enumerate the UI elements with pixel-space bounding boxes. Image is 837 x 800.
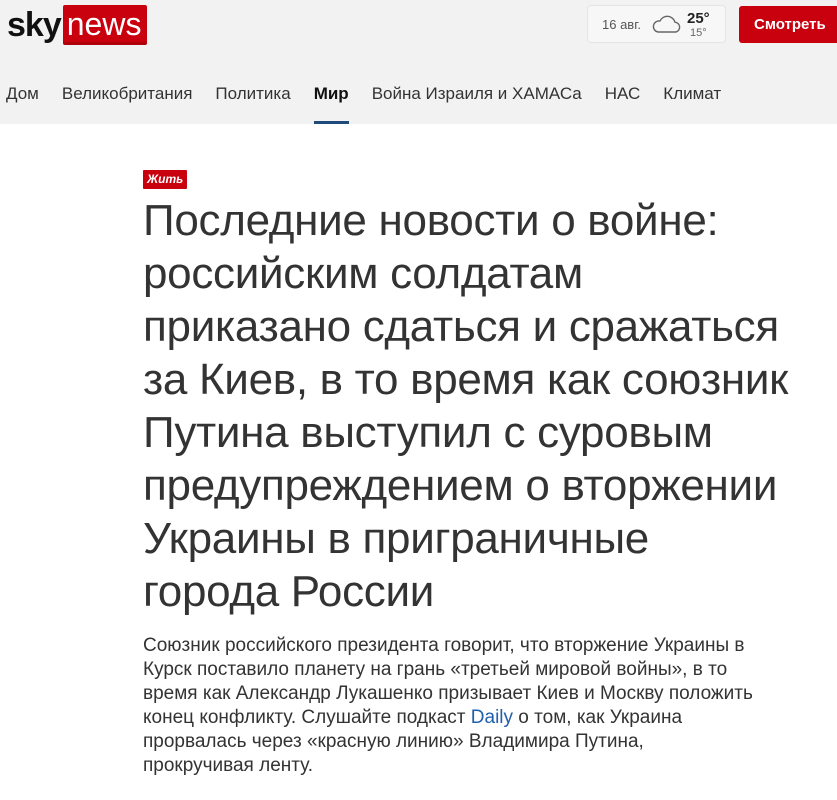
article-standfirst: Союзник российского президента говорит, … <box>143 634 837 778</box>
standfirst-line: Курск поставило планету на грань «третье… <box>143 659 728 680</box>
sky-news-logo[interactable]: sky news <box>7 5 148 45</box>
headline-line: за Киев, в то время как союзник <box>143 355 789 404</box>
headline-line: приказано сдаться и сражаться <box>143 302 779 351</box>
nav-item-world[interactable]: Мир <box>313 80 349 124</box>
nav-item-home[interactable]: Дом <box>6 80 39 124</box>
watch-live-button[interactable]: Смотреть <box>739 6 837 43</box>
nav-item-uk[interactable]: Великобритания <box>62 80 193 124</box>
nav-item-us[interactable]: НАС <box>605 80 641 124</box>
standfirst-line: прорвалась через «красную линию» Владими… <box>143 731 644 752</box>
article-headline: Последние новости о войне: российским со… <box>143 194 837 618</box>
standfirst-line: конец конфликту. Слушайте подкаст <box>143 707 471 728</box>
weather-widget[interactable]: 16 авг. 25° 15° <box>588 6 725 42</box>
nav-item-climate[interactable]: Климат <box>663 80 721 124</box>
headline-line: Украины в приграничные <box>143 514 649 563</box>
standfirst-line: Союзник российского президента говорит, … <box>143 635 745 656</box>
daily-podcast-link[interactable]: Daily <box>471 707 513 728</box>
headline-line: города России <box>143 567 435 616</box>
logo-news-text: news <box>62 5 148 45</box>
weather-date: 16 авг. <box>602 17 641 32</box>
headline-line: российским солдатам <box>143 249 583 298</box>
site-header: sky news 16 авг. 25° 15° Смотреть Дом Ве… <box>0 0 837 124</box>
live-badge: Жить <box>143 170 188 189</box>
standfirst-line: время как Александр Лукашенко призывает … <box>143 683 753 704</box>
standfirst-line: прокручивая ленту. <box>143 755 314 776</box>
headline-line: предупреждением о вторжении <box>143 461 778 510</box>
nav-item-politics[interactable]: Политика <box>215 80 290 124</box>
weather-temp-low: 15° <box>690 27 707 39</box>
headline-line: Последние новости о войне: <box>143 196 719 245</box>
cloud-icon <box>652 15 681 33</box>
standfirst-line: о том, как Украина <box>513 707 683 728</box>
logo-sky-text: sky <box>7 6 62 44</box>
main-nav: Дом Великобритания Политика Мир Война Из… <box>0 80 721 124</box>
nav-item-israel-hamas-war[interactable]: Война Израиля и ХАМАСа <box>372 80 582 124</box>
headline-line: Путина выступил с суровым <box>143 408 713 457</box>
weather-temp-high: 25° <box>687 10 710 27</box>
